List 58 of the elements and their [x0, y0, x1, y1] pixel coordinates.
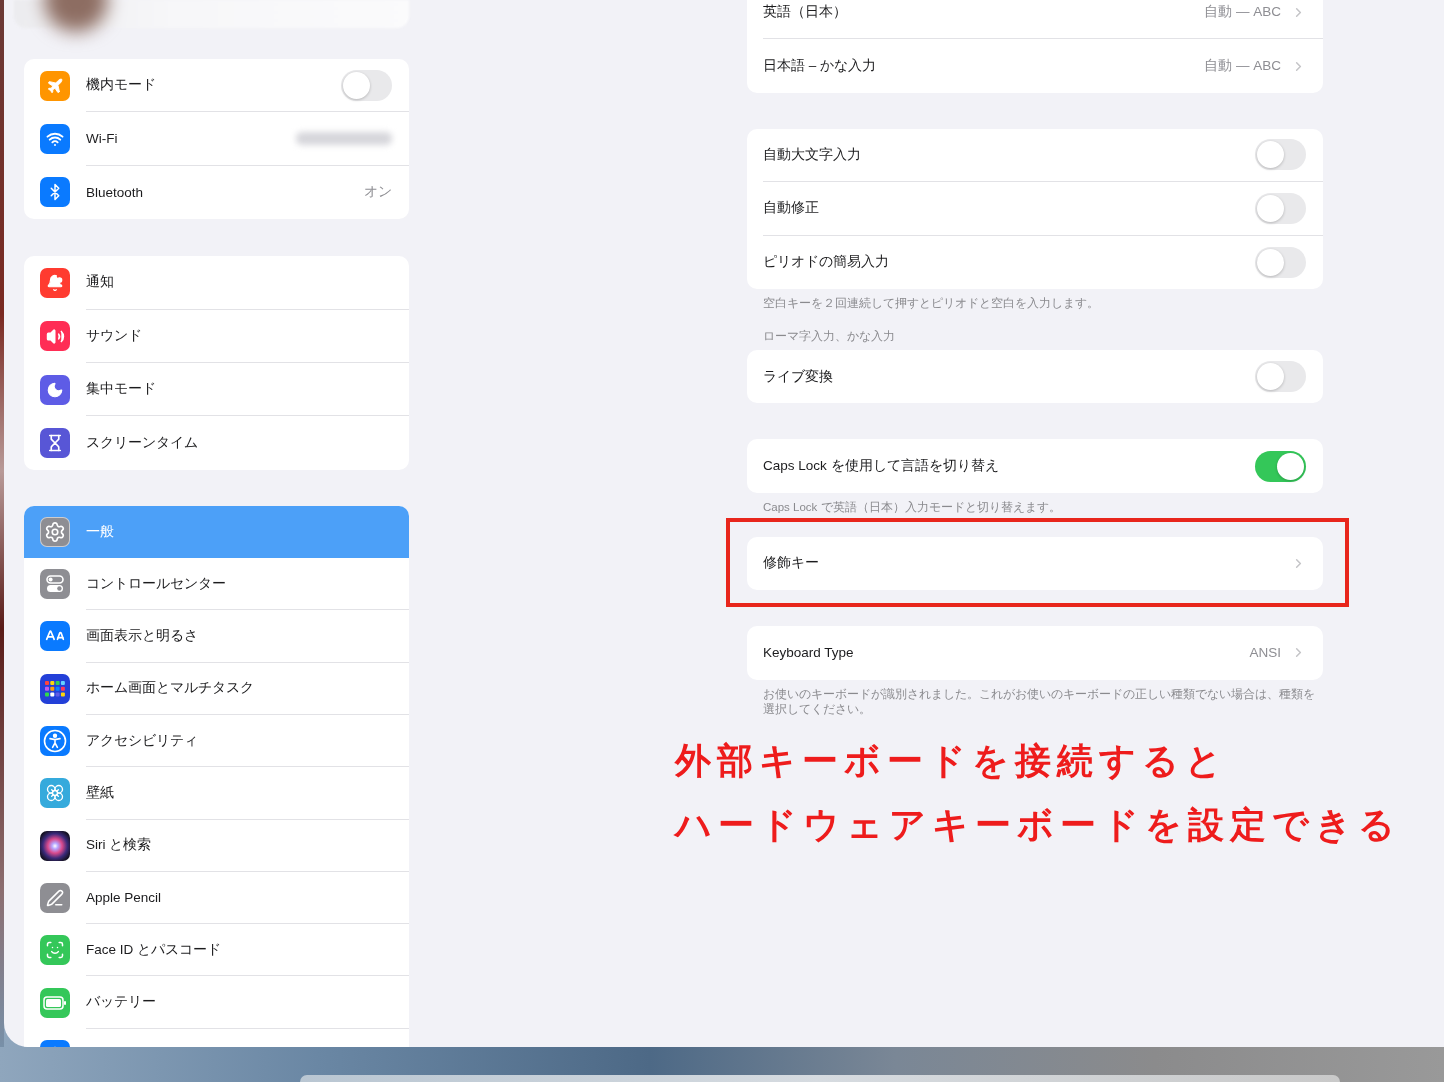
section-footer: Caps Lock で英語（日本）入力モードと切り替えます。 — [747, 499, 1323, 515]
setting-label: 自動大文字入力 — [763, 145, 861, 164]
section-footer: 空白キーを２回連続して押すとピリオドと空白を入力します。 — [747, 295, 1323, 311]
settings-row[interactable]: 日本語 – かな入力 自動 — ABC — [763, 39, 1323, 93]
sidebar-item[interactable]: 壁紙 — [24, 767, 409, 820]
setting-value: 自動 — ABC — [1204, 3, 1281, 22]
setting-label: 自動修正 — [763, 199, 819, 218]
sidebar-item[interactable]: Siri と検索 — [24, 819, 409, 872]
pencil-icon — [40, 882, 70, 913]
bluetooth-icon — [40, 177, 70, 208]
battery-icon — [40, 987, 70, 1018]
toggle-switch[interactable] — [1255, 139, 1306, 171]
hourglass-icon — [40, 428, 70, 459]
sidebar-item[interactable]: 通知 — [24, 256, 409, 310]
airplane-icon — [40, 70, 70, 101]
sidebar-item[interactable]: ホーム画面とマルチタスク — [24, 662, 409, 715]
settings-row[interactable]: 英語（日本） 自動 — ABC — [763, 0, 1323, 40]
toggle-switch[interactable] — [1255, 450, 1306, 482]
sidebar-item[interactable]: Face ID とパスコード — [24, 924, 409, 977]
section-header: ローマ字入力、かな入力 — [762, 328, 896, 343]
sidebar-item[interactable]: スクリーンタイム — [24, 416, 409, 470]
sidebar-item[interactable]: Apple Pencil — [24, 871, 409, 925]
bell-icon — [40, 267, 70, 298]
accessibility-icon — [40, 726, 70, 757]
setting-value: ANSI — [1249, 645, 1281, 661]
sidebar-item[interactable]: サウンド — [24, 309, 409, 363]
sidebar-item[interactable]: Wi-Fi — [24, 112, 409, 166]
orb-icon — [40, 830, 70, 861]
sidebar-item[interactable]: 集中モード — [24, 362, 409, 417]
settings-row[interactable]: Keyboard Type ANSI — [763, 626, 1323, 680]
toggle-switch[interactable] — [1255, 246, 1306, 278]
setting-value: 自動 — ABC — [1204, 57, 1281, 76]
toggle-switch[interactable] — [1255, 192, 1306, 224]
sidebar-item[interactable]: 画面表示と明るさ — [24, 610, 409, 663]
toggles-icon — [40, 569, 70, 600]
face-scan-icon — [40, 935, 70, 966]
setting-label: ライブ変換 — [763, 367, 833, 386]
speaker-icon — [40, 321, 70, 352]
wifi-icon — [40, 124, 70, 155]
sidebar-item[interactable]: Bluetooth オン — [24, 165, 409, 220]
section-footer: お使いのキーボードが識別されました。これがお使いのキーボードの正しい種類でない場合は、種類を選択してください。 — [747, 686, 1323, 717]
settings-row[interactable]: 修飾キー — [763, 536, 1323, 591]
moon-icon — [40, 374, 70, 405]
text-size-icon — [40, 621, 70, 652]
toggle-switch[interactable] — [1255, 361, 1306, 393]
sidebar-item[interactable]: アクセシビリティ — [24, 714, 409, 768]
sidebar-item[interactable]: コントロールセンター — [24, 558, 409, 611]
setting-label: ピリオドの簡易入力 — [763, 253, 889, 272]
item-value: オン — [364, 183, 392, 202]
flower-icon — [40, 778, 70, 809]
sidebar-item[interactable]: バッテリー — [24, 976, 409, 1029]
annotation-text: 外部キーボードを接続すると — [675, 738, 1229, 783]
toggle-switch[interactable] — [341, 69, 392, 101]
annotation-text: ハードウェアキーボードを設定できる — [675, 802, 1401, 847]
sidebar-item[interactable]: 機内モード — [24, 59, 409, 113]
app-grid-icon — [40, 673, 70, 704]
setting-label: Caps Lock を使用して言語を切り替え — [763, 457, 999, 476]
settings-icon — [40, 516, 70, 547]
